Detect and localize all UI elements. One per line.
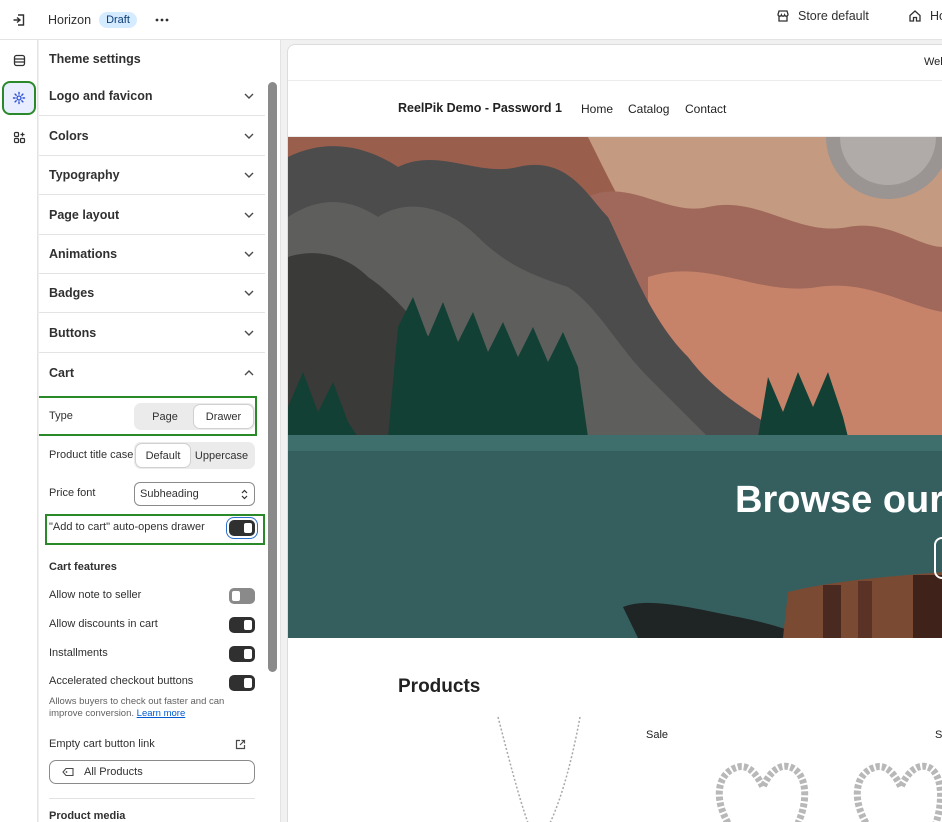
section-badges[interactable]: Badges	[39, 274, 265, 313]
accelerated-checkout-label: Accelerated checkout buttons	[49, 675, 194, 687]
discounts-label: Allow discounts in cart	[49, 618, 158, 630]
page-selector[interactable]: Ho	[908, 9, 942, 23]
store-header: ReelPik Demo - Password 1 Home Catalog C…	[288, 81, 942, 137]
page-selector-label: Ho	[930, 9, 942, 23]
apps-icon	[13, 131, 25, 143]
top-bar: Horizon Draft Store default Ho	[0, 0, 942, 40]
sale-badge: S	[935, 729, 942, 741]
products-heading: Products	[398, 676, 481, 697]
chevron-down-icon	[243, 287, 255, 299]
tag-icon	[62, 767, 74, 777]
chevron-up-icon	[243, 367, 255, 379]
section-colors[interactable]: Colors	[39, 117, 265, 156]
product-image-earrings[interactable]	[708, 757, 942, 822]
apps-button[interactable]	[4, 122, 34, 152]
section-buttons[interactable]: Buttons	[39, 314, 265, 353]
status-badge: Draft	[99, 11, 137, 28]
title-case-default-option[interactable]: Default	[136, 444, 190, 467]
sections-icon	[13, 54, 25, 66]
announcement-bar: Wel	[288, 45, 942, 81]
section-label: Colors	[49, 129, 89, 143]
exit-button[interactable]	[0, 0, 38, 40]
icon-rail	[0, 40, 38, 822]
price-font-value: Subheading	[140, 488, 199, 500]
section-typography[interactable]: Typography	[39, 156, 265, 195]
storefront-preview: Wel ReelPik Demo - Password 1 Home Catal…	[287, 44, 942, 822]
theme-name: Horizon	[48, 12, 92, 27]
section-label: Cart	[49, 365, 75, 380]
hero-title: Browse our	[735, 479, 942, 521]
learn-more-link[interactable]: Learn more	[137, 708, 186, 719]
ellipsis-icon	[155, 18, 169, 21]
theme-settings-button[interactable]	[2, 81, 36, 115]
discounts-toggle[interactable]	[229, 617, 255, 633]
section-cart[interactable]: Cart	[39, 353, 265, 392]
title-case-uppercase-option[interactable]: Uppercase	[190, 444, 253, 467]
installments-label: Installments	[49, 647, 108, 659]
section-label: Buttons	[49, 326, 97, 340]
chevron-down-icon	[243, 90, 255, 102]
installments-toggle[interactable]	[229, 646, 255, 662]
chevron-down-icon	[243, 248, 255, 260]
chevron-down-icon	[243, 130, 255, 142]
home-icon	[909, 10, 921, 22]
nav-contact[interactable]: Contact	[685, 102, 726, 116]
cart-features-heading: Cart features	[49, 561, 117, 573]
chevron-down-icon	[243, 169, 255, 181]
sale-badge: Sale	[646, 729, 669, 741]
hero-banner: Browse our	[288, 75, 942, 641]
announcement-text: Wel	[924, 56, 942, 68]
highlight-auto-open-row	[45, 514, 265, 545]
empty-cart-link-value: All Products	[84, 766, 143, 778]
exit-icon	[13, 13, 25, 26]
title-case-segmented: Default Uppercase	[134, 442, 255, 469]
store-selector[interactable]: Store default	[776, 9, 869, 23]
chevron-down-icon	[243, 327, 255, 339]
section-label: Page layout	[49, 208, 120, 222]
note-to-seller-label: Allow note to seller	[49, 589, 142, 601]
product-image-necklace[interactable]	[488, 715, 588, 822]
accelerated-checkout-toggle[interactable]	[229, 675, 255, 691]
gear-icon	[12, 91, 26, 105]
section-page-layout[interactable]: Page layout	[39, 196, 265, 235]
store-icon	[777, 10, 789, 22]
section-label: Logo and favicon	[49, 89, 153, 103]
hero-illustration	[288, 75, 942, 641]
accelerated-checkout-help: Allows buyers to check out faster and ca…	[49, 696, 249, 720]
hero-button[interactable]	[934, 537, 942, 579]
divider	[49, 798, 255, 799]
more-actions-button[interactable]	[151, 9, 173, 31]
external-link-icon[interactable]	[235, 738, 246, 753]
section-animations[interactable]: Animations	[39, 235, 265, 274]
panel-title: Theme settings	[49, 52, 141, 66]
price-font-select[interactable]: Subheading	[134, 482, 255, 506]
panel-scrollbar[interactable]	[268, 82, 277, 672]
theme-settings-panel: Theme settings Logo and favicon Colors T…	[39, 40, 281, 822]
nav-home[interactable]: Home	[581, 102, 613, 116]
section-logo-favicon[interactable]: Logo and favicon	[39, 77, 265, 116]
highlight-type-row	[39, 396, 257, 436]
section-label: Badges	[49, 286, 95, 300]
empty-cart-link-input[interactable]: All Products	[49, 760, 255, 784]
nav-catalog[interactable]: Catalog	[628, 102, 669, 116]
select-arrows-icon	[241, 489, 248, 499]
empty-cart-link-label: Empty cart button link	[49, 738, 155, 750]
price-font-label: Price font	[49, 487, 96, 499]
section-label: Animations	[49, 247, 118, 261]
section-product-media[interactable]: Product media	[49, 810, 125, 822]
sections-button[interactable]	[4, 45, 34, 75]
store-selector-label: Store default	[798, 9, 869, 23]
chevron-down-icon	[243, 209, 255, 221]
store-name[interactable]: ReelPik Demo - Password 1	[398, 101, 562, 115]
note-to-seller-toggle[interactable]	[229, 588, 255, 604]
title-case-label: Product title case	[49, 449, 134, 461]
section-label: Typography	[49, 168, 120, 182]
